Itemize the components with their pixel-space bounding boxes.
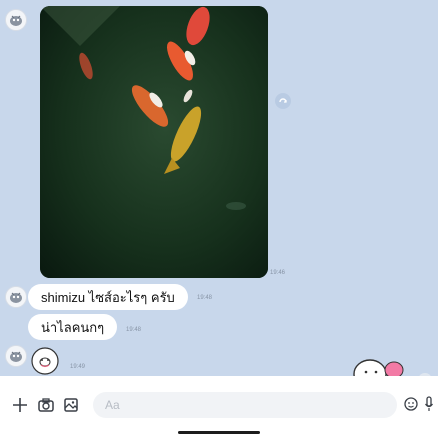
microphone-icon[interactable] xyxy=(424,395,434,413)
contact-avatar[interactable] xyxy=(5,345,27,367)
message-bubble[interactable]: น่าไลคนกๆ xyxy=(28,314,118,340)
contact-avatar[interactable] xyxy=(5,9,27,31)
plus-icon[interactable] xyxy=(11,396,29,414)
home-indicator xyxy=(178,431,260,434)
share-button[interactable] xyxy=(275,93,291,109)
chat-area[interactable]: 19:46 shimizu ไซส์อะไรๆ ครับ 19:48 น่าไล… xyxy=(0,0,438,376)
message-timestamp: 19:48 xyxy=(126,327,142,333)
camera-icon[interactable] xyxy=(37,396,55,414)
sent-animal-sticker[interactable] xyxy=(352,356,410,376)
message-timestamp: 19:48 xyxy=(197,295,213,301)
message-composer xyxy=(0,376,438,438)
message-timestamp: 19:49 xyxy=(70,364,86,370)
gallery-icon[interactable] xyxy=(62,396,80,414)
contact-avatar[interactable] xyxy=(5,286,27,308)
message-bubble[interactable]: shimizu ไซส์อะไรๆ ครับ xyxy=(28,284,188,310)
emoji-icon[interactable] xyxy=(403,396,419,412)
koi-fish-photo[interactable] xyxy=(40,6,268,278)
cartoon-sticker[interactable] xyxy=(28,345,62,375)
message-input[interactable] xyxy=(93,392,397,418)
message-timestamp: 19:46 xyxy=(270,270,286,276)
